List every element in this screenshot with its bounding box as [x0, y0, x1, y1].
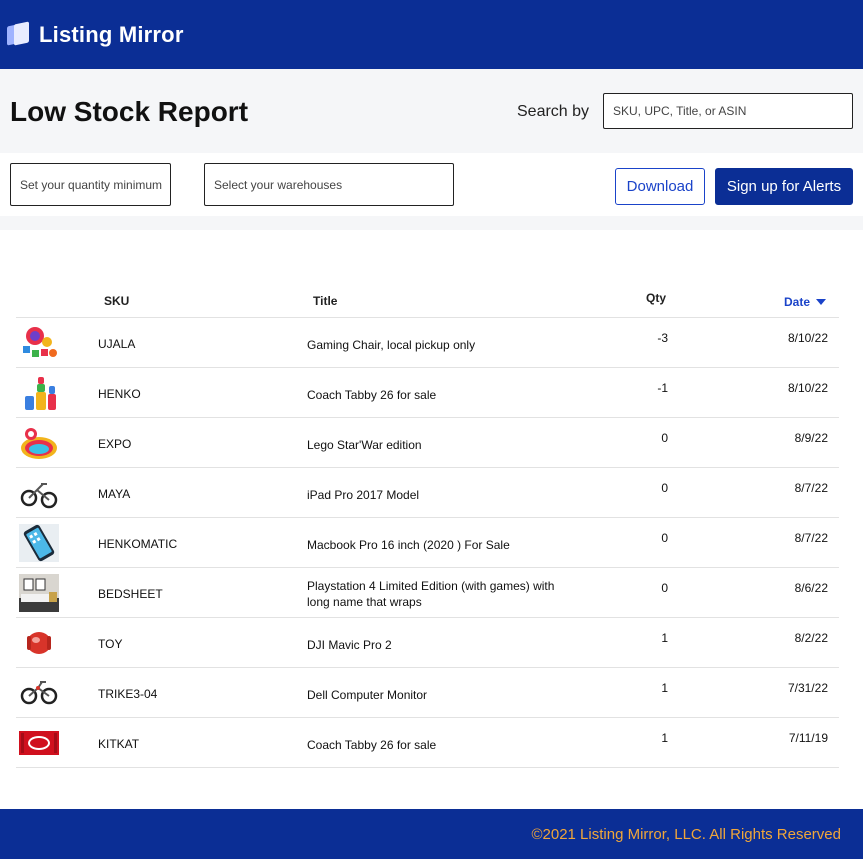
warehouse-select[interactable]: [204, 163, 454, 206]
balance-bike-thumbnail: [19, 674, 59, 712]
sku-cell: TRIKE3-04: [98, 687, 158, 701]
title-cell: DJI Mavic Pro 2: [307, 638, 392, 652]
title-bar: Low Stock Report Search by: [0, 69, 863, 153]
kitkat-bar-thumbnail: [19, 724, 59, 762]
qty-cell: 0: [661, 431, 668, 445]
column-header-date-label: Date: [784, 295, 811, 309]
date-cell: 8/2/22: [794, 631, 828, 645]
table-row[interactable]: KITKAT Coach Tabby 26 for sale 1 7/11/19: [16, 718, 839, 768]
qty-cell: 0: [661, 481, 668, 495]
logo-icon: [7, 21, 30, 47]
qty-cell: 1: [661, 631, 668, 645]
table-row[interactable]: UJALA Gaming Chair, local pickup only -3…: [16, 318, 839, 368]
stacking-rings-toy-thumbnail: [19, 374, 59, 412]
column-header-qty[interactable]: Qty: [646, 291, 666, 305]
table-row[interactable]: MAYA iPad Pro 2017 Model 0 8/7/22: [16, 468, 839, 518]
copyright-text: ©2021 Listing Mirror, LLC. All Rights Re…: [531, 826, 841, 843]
date-cell: 8/6/22: [794, 581, 828, 595]
title-cell: Lego Star'War edition: [307, 438, 422, 452]
table-row[interactable]: EXPO Lego Star'War edition 0 8/9/22: [16, 418, 839, 468]
title-cell: Macbook Pro 16 inch (2020 ) For Sale: [307, 538, 510, 552]
table-row[interactable]: HENKO Coach Tabby 26 for sale -1 8/10/22: [16, 368, 839, 418]
low-stock-table: SKU Title Qty Date UJALA Gaming Chair, l…: [16, 282, 839, 768]
title-cell: Dell Computer Monitor: [307, 688, 428, 702]
download-button[interactable]: Download: [615, 168, 705, 205]
logo[interactable]: Listing Mirror: [7, 21, 184, 48]
table-row[interactable]: HENKOMATIC Macbook Pro 16 inch (2020 ) F…: [16, 518, 839, 568]
logo-text: Listing Mirror: [39, 22, 184, 47]
date-cell: 8/10/22: [787, 331, 828, 345]
title-cell: iPad Pro 2017 Model: [307, 488, 420, 502]
qty-cell: -3: [657, 331, 668, 345]
smartphone-thumbnail: [19, 524, 59, 562]
sku-cell: MAYA: [98, 487, 131, 501]
sku-cell: UJALA: [98, 337, 136, 351]
top-navbar: Listing Mirror: [0, 0, 863, 69]
column-header-date[interactable]: Date: [784, 295, 827, 309]
date-cell: 8/7/22: [794, 481, 828, 495]
sku-cell: EXPO: [98, 437, 132, 451]
page-title: Low Stock Report: [10, 96, 249, 127]
table-row[interactable]: BEDSHEET Playstation 4 Limited Edition (…: [16, 568, 839, 618]
sku-cell: HENKOMATIC: [98, 537, 178, 551]
qty-cell: 0: [661, 581, 668, 595]
column-header-title[interactable]: Title: [313, 294, 337, 308]
title-cell: Coach Tabby 26 for sale: [307, 388, 437, 402]
date-cell: 8/9/22: [794, 431, 828, 445]
column-header-sku[interactable]: SKU: [104, 294, 129, 308]
sign-up-alerts-button[interactable]: Sign up for Alerts: [715, 168, 853, 205]
inflatable-pool-thumbnail: [19, 424, 59, 462]
title-cell: Coach Tabby 26 for sale: [307, 738, 437, 752]
sku-cell: TOY: [98, 637, 123, 651]
table-header: SKU Title Qty Date: [16, 282, 839, 318]
date-cell: 8/7/22: [794, 531, 828, 545]
footer: ©2021 Listing Mirror, LLC. All Rights Re…: [0, 809, 863, 859]
sort-descending-icon: [816, 299, 827, 305]
filter-bar: Download Sign up for Alerts: [0, 153, 863, 216]
qty-cell: 0: [661, 531, 668, 545]
red-toy-thumbnail: [19, 624, 59, 662]
sku-cell: KITKAT: [98, 737, 140, 751]
table-row[interactable]: TRIKE3-04 Dell Computer Monitor 1 7/31/2…: [16, 668, 839, 718]
qty-cell: 1: [661, 681, 668, 695]
date-cell: 7/31/22: [787, 681, 828, 695]
qty-cell: 1: [661, 731, 668, 745]
bedroom-thumbnail: [19, 574, 59, 612]
sku-cell: HENKO: [98, 387, 141, 401]
divider-band: [0, 216, 863, 230]
colorful-toy-set-thumbnail: [19, 324, 59, 362]
quantity-minimum-input[interactable]: [10, 163, 171, 206]
qty-cell: -1: [657, 381, 668, 395]
sku-cell: BEDSHEET: [98, 587, 163, 601]
table-row[interactable]: TOY DJI Mavic Pro 2 1 8/2/22: [16, 618, 839, 668]
search-input[interactable]: [603, 93, 853, 129]
balance-bike-thumbnail: [19, 474, 59, 512]
date-cell: 8/10/22: [787, 381, 828, 395]
date-cell: 7/11/19: [788, 731, 828, 745]
title-cell: Playstation 4 Limited Edition (with game…: [307, 579, 555, 609]
title-cell: Gaming Chair, local pickup only: [307, 338, 476, 352]
search-label: Search by: [517, 103, 590, 120]
